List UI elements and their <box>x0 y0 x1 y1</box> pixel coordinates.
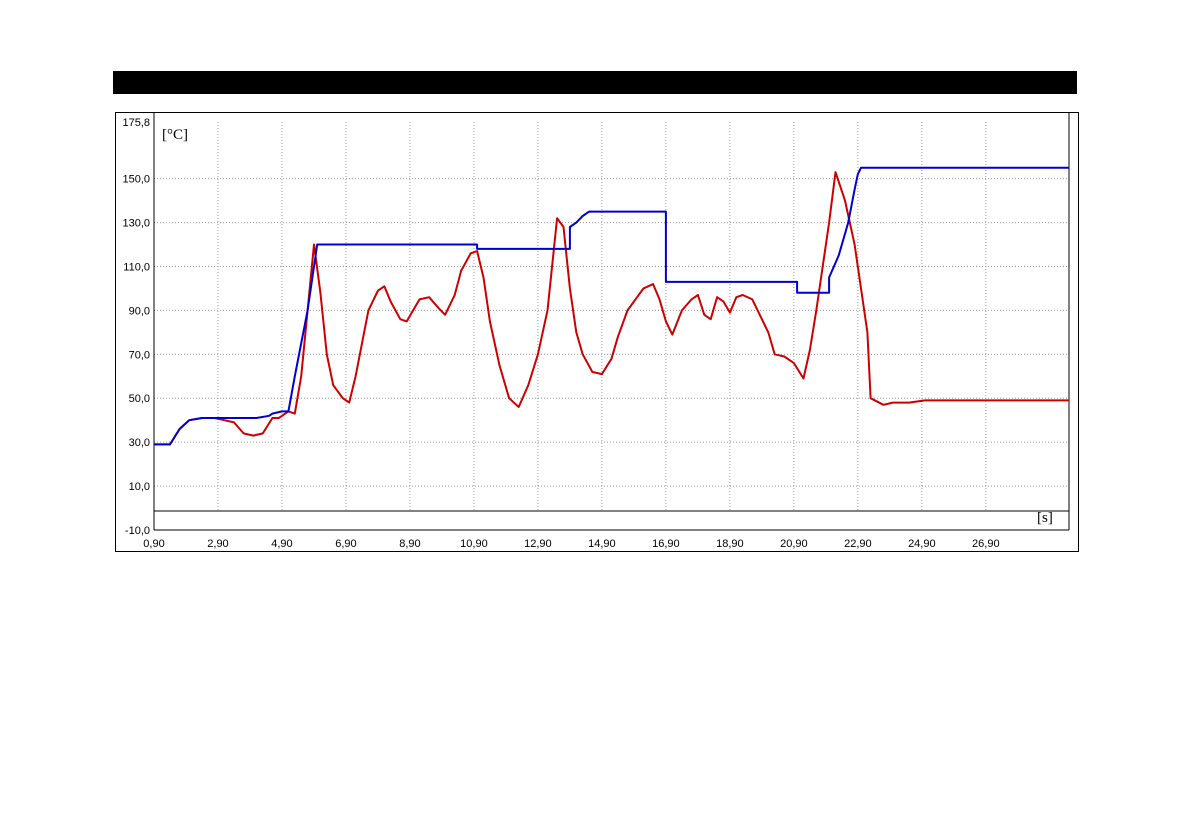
y-tick-label: 110,0 <box>123 261 150 273</box>
x-tick-label: 22,90 <box>844 538 872 550</box>
x-tick-label: 12,90 <box>524 538 552 550</box>
y-tick-label: 175,8 <box>122 117 150 129</box>
y-tick-label: 70,0 <box>129 349 150 361</box>
grid-lines <box>154 122 1069 511</box>
y-tick-label: 130,0 <box>122 218 150 230</box>
chart-frame: 175,8 150,0 130,0 110,0 90,0 70,0 50,0 30,0 10,0… <box>115 112 1079 552</box>
chart-title-bar <box>113 71 1077 94</box>
axes <box>153 113 1070 531</box>
x-tick-label: 24,90 <box>908 538 936 550</box>
x-tick-label: 26,90 <box>972 538 1000 550</box>
series-line-2 <box>154 166 1069 446</box>
y-tick-label: 30,0 <box>129 437 150 449</box>
series-layer <box>154 166 1069 446</box>
y-tick-label: 150,0 <box>122 174 150 186</box>
x-tick-label: 10,90 <box>460 538 488 550</box>
x-tick-label: 8,90 <box>399 538 420 550</box>
y-axis-unit-label: [°C] <box>162 127 188 143</box>
x-tick-label: 0,90 <box>143 538 164 550</box>
x-tick-label: 6,90 <box>335 538 356 550</box>
x-tick-label: 18,90 <box>716 538 744 550</box>
y-tick-label: -10,0 <box>125 525 150 537</box>
line-chart: 175,8 150,0 130,0 110,0 90,0 70,0 50,0 30,0 10,0… <box>122 113 1070 550</box>
y-tick-label: 10,0 <box>129 481 150 493</box>
series-line-1 <box>154 171 1069 446</box>
x-tick-label: 14,90 <box>588 538 616 550</box>
y-tick-label: 90,0 <box>129 305 150 317</box>
x-axis-unit-label: [s] <box>1037 510 1053 526</box>
x-tick-label: 16,90 <box>652 538 680 550</box>
y-tick-label: 50,0 <box>129 393 150 405</box>
x-tick-label: 4,90 <box>271 538 292 550</box>
x-tick-label: 20,90 <box>780 538 808 550</box>
x-tick-label: 2,90 <box>207 538 228 550</box>
